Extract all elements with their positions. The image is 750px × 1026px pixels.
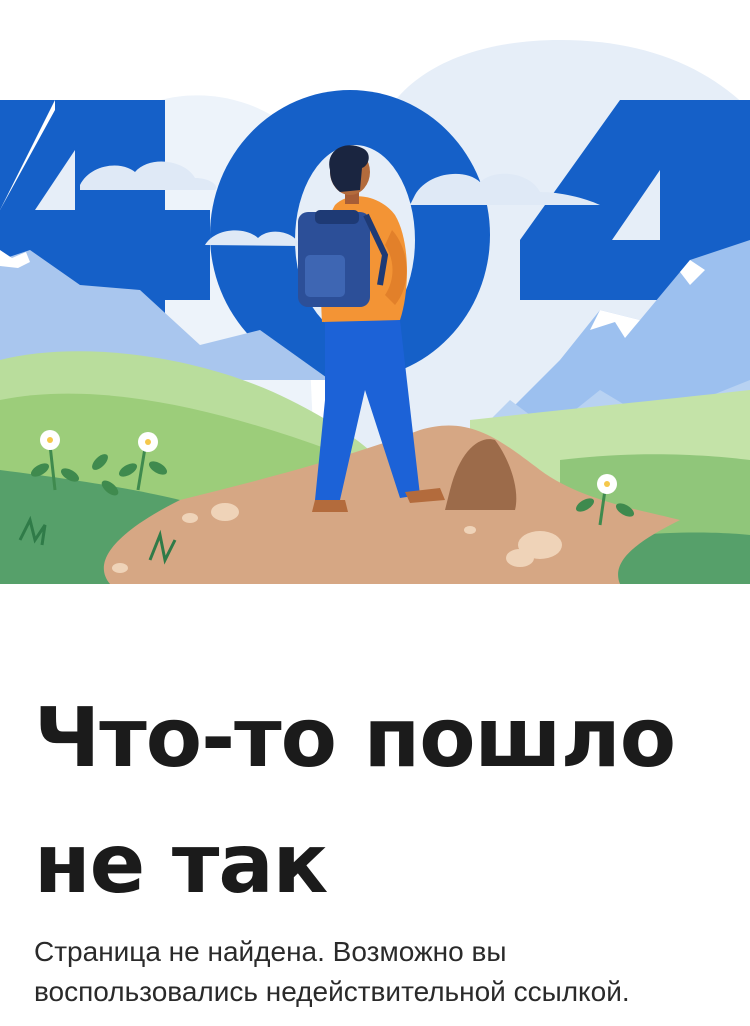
page-title: Что-то пошло не так xyxy=(34,691,676,912)
error-content: Что-то пошло не так Страница не найдена.… xyxy=(34,676,724,1012)
hiker-404-illustration xyxy=(0,40,750,584)
error-message: Страница не найдена. Возможно вы восполь… xyxy=(34,936,630,1007)
